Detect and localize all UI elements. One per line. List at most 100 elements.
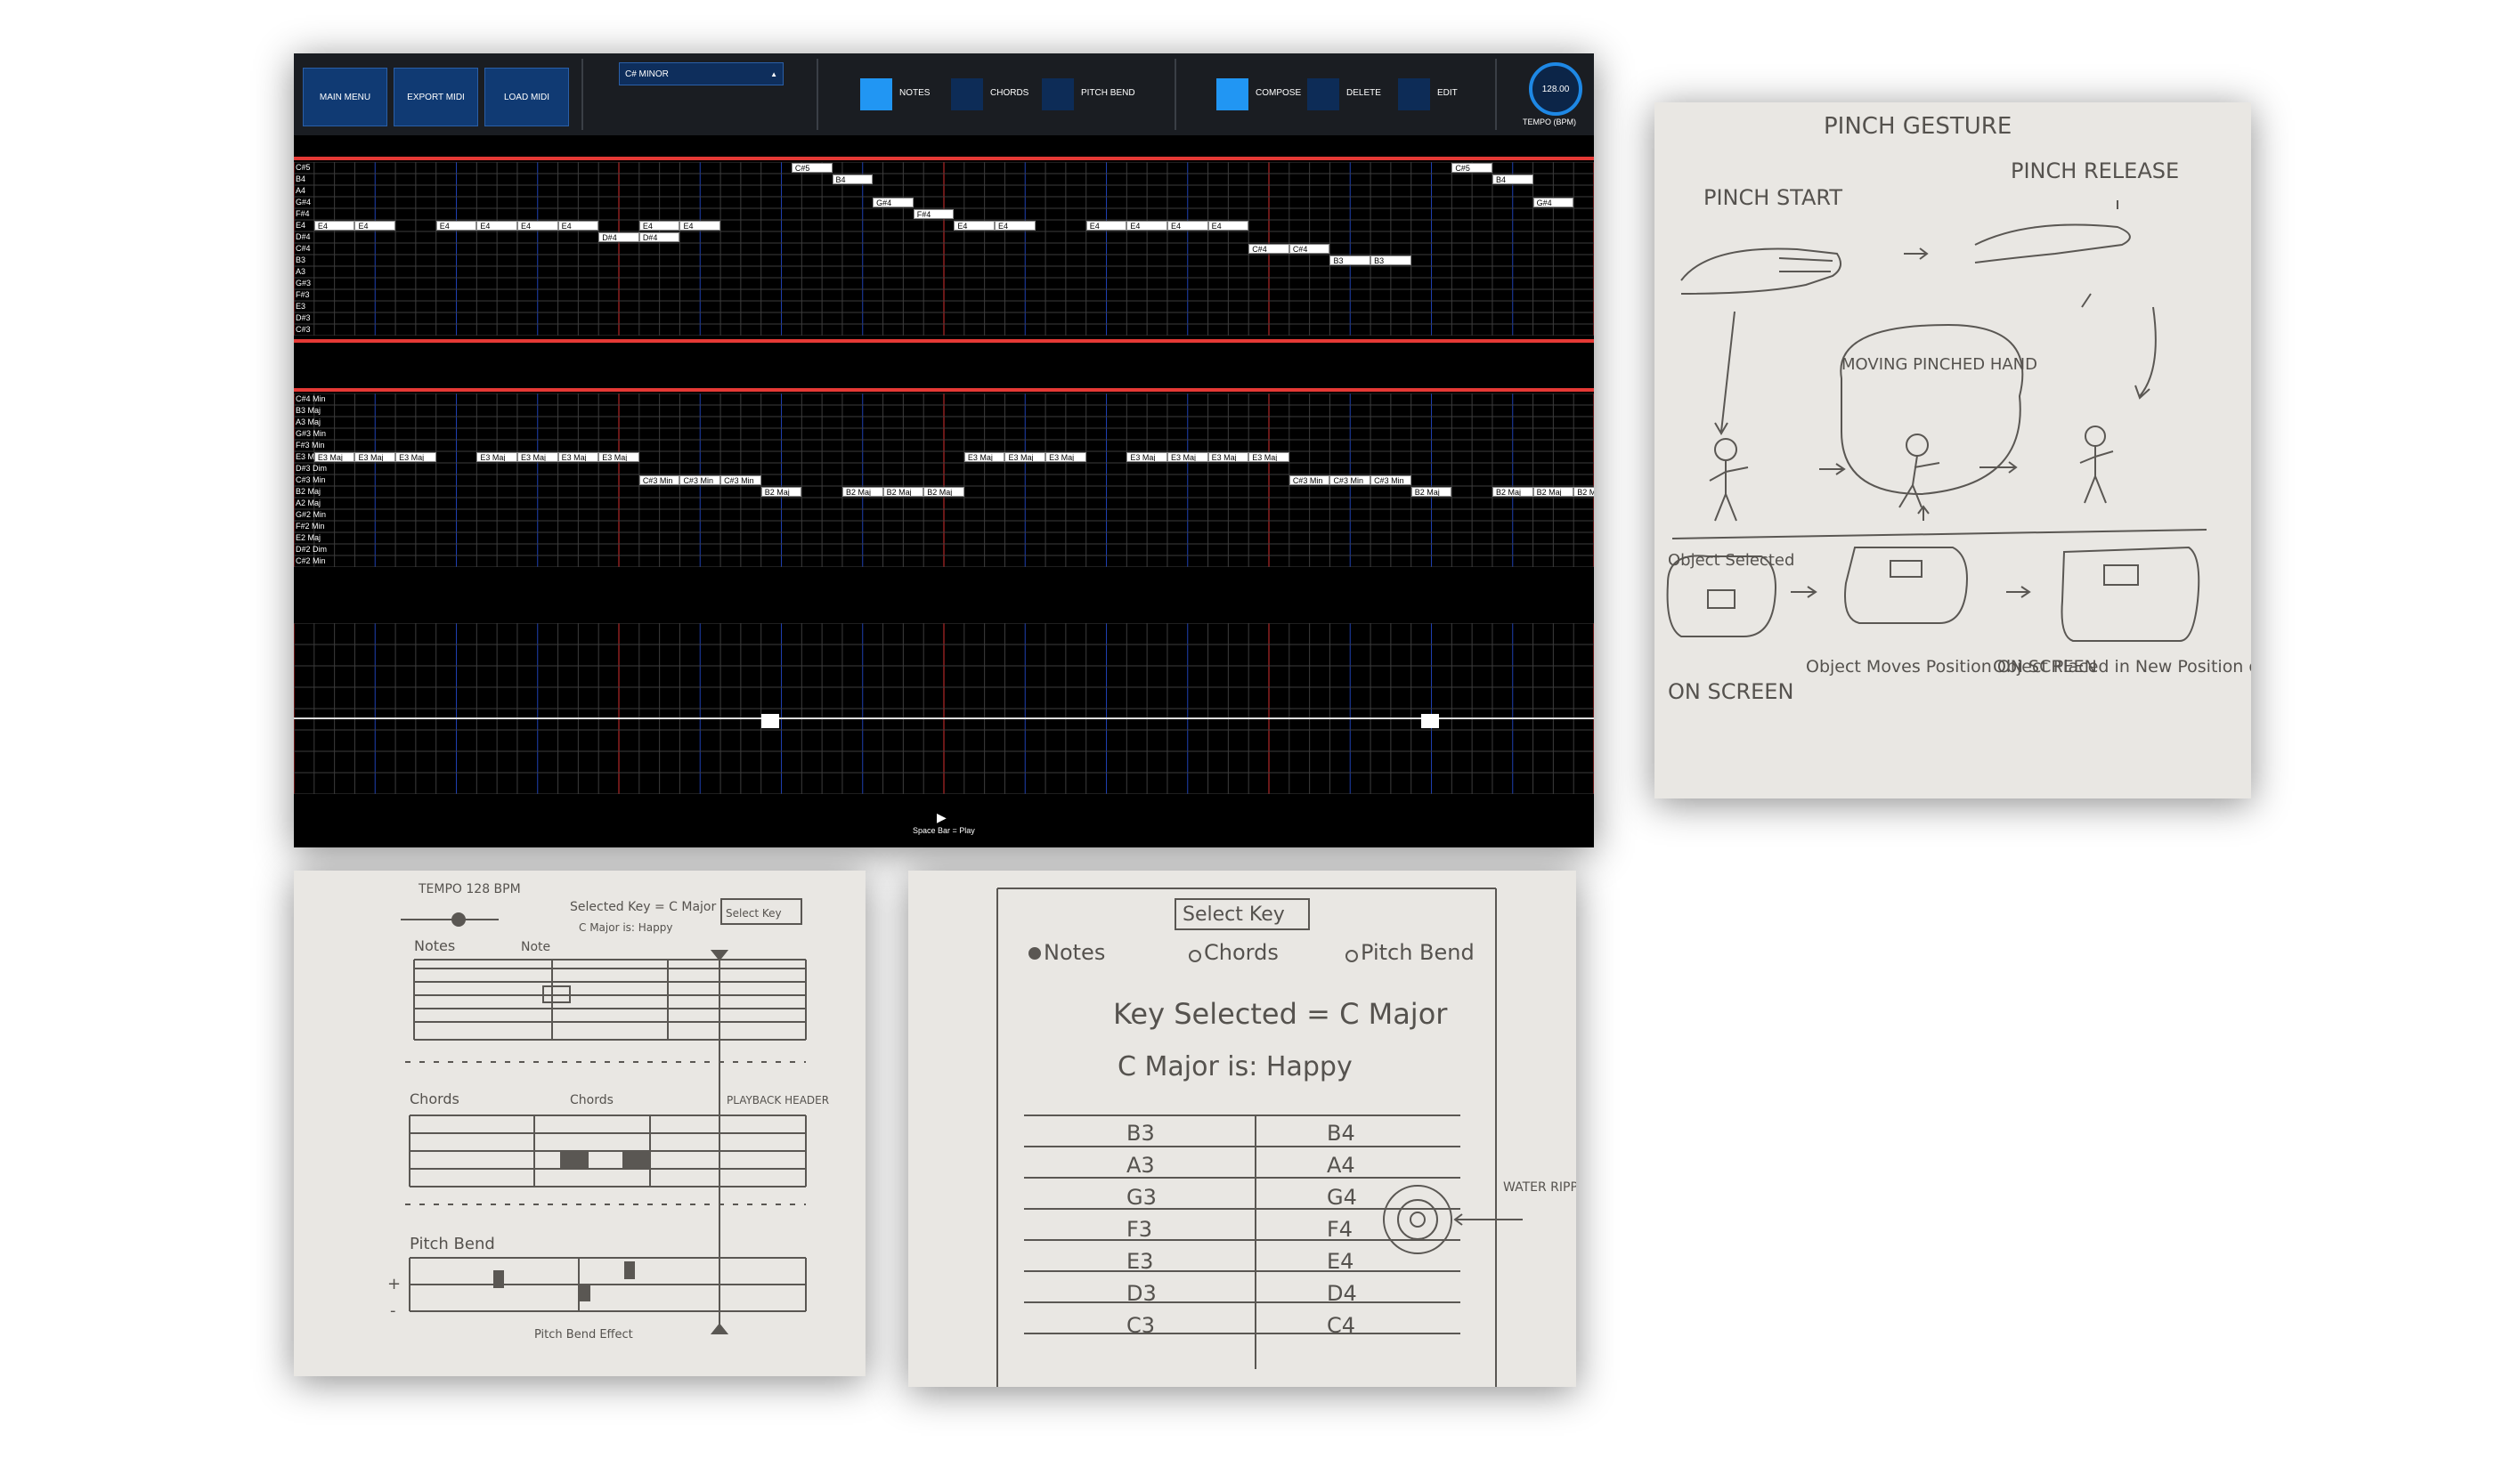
- note-block[interactable]: C#5: [1451, 163, 1492, 173]
- layout-drawing: TEMPO 128 BPM Selected Key = C Major C M…: [387, 882, 829, 1341]
- note-block[interactable]: B3: [1370, 255, 1411, 265]
- chord-block[interactable]: E3 Maj: [1126, 452, 1167, 462]
- pitch-bend-grid[interactable]: [294, 623, 1594, 794]
- note-block[interactable]: D#4: [638, 232, 680, 242]
- chord-key-label: G#3 Min: [296, 429, 327, 438]
- chord-block[interactable]: E3 Maj: [1248, 452, 1289, 462]
- key-select-value: C# MINOR: [625, 69, 669, 79]
- chord-block[interactable]: C#3 Min: [1329, 475, 1371, 485]
- chords-grid[interactable]: C#4 Min B3 Maj A3 Maj G#3 Min F#3 Min E3 Maj D…: [294, 388, 1594, 567]
- chord-block[interactable]: B2 Maj: [1532, 487, 1574, 497]
- note-block[interactable]: D#4: [598, 232, 639, 242]
- chord-block[interactable]: E3 Maj: [476, 452, 517, 462]
- note-block[interactable]: E4: [995, 221, 1036, 231]
- note-block[interactable]: C#4: [1248, 244, 1289, 254]
- chord-block[interactable]: C#3 Min: [720, 475, 761, 485]
- chord-block[interactable]: C#3 Min: [638, 475, 680, 485]
- note-block[interactable]: G#4: [1532, 198, 1574, 207]
- playhead-line: [294, 157, 1594, 160]
- chord-block[interactable]: B2 Maj: [1492, 487, 1533, 497]
- pitch-bend-point[interactable]: [1421, 713, 1440, 728]
- note-block[interactable]: E4: [516, 221, 558, 231]
- pitch-bend-mode-indicator: [1042, 78, 1074, 110]
- note-block[interactable]: E4: [638, 221, 680, 231]
- pinch-title: PINCH GESTURE: [1824, 113, 2012, 140]
- note-key-label: G#4: [296, 198, 312, 207]
- edit-tool-indicator: [1398, 78, 1430, 110]
- note-block[interactable]: E4: [557, 221, 599, 231]
- chord-block[interactable]: E3 Maj: [1045, 452, 1086, 462]
- main-menu-button[interactable]: MAIN MENU: [303, 68, 387, 126]
- notes-sketch-label: Notes: [414, 937, 455, 954]
- tempo-value: 128.00: [1541, 84, 1570, 94]
- selected-key-sketch: Selected Key = C Major: [570, 900, 716, 914]
- chord-block[interactable]: E3 Maj: [354, 452, 396, 462]
- chord-block[interactable]: C#3 Min: [679, 475, 721, 485]
- note-block[interactable]: E4: [1207, 221, 1249, 231]
- chord-block[interactable]: E3 Maj: [598, 452, 639, 462]
- object-placed-label: Object Placed in New Position on Screen: [1993, 657, 2251, 677]
- note-key-label: D#4: [296, 232, 311, 241]
- compose-tool-label: COMPOSE: [1256, 88, 1302, 98]
- key-mood-sketch-2: C Major is: Happy: [1118, 1051, 1353, 1082]
- note-block[interactable]: E4: [476, 221, 517, 231]
- chord-block[interactable]: E3 Maj: [313, 452, 355, 462]
- key-select-dropdown[interactable]: C# MINOR ▲: [619, 62, 784, 85]
- note-block[interactable]: G#4: [873, 198, 914, 207]
- chord-block[interactable]: B2 Maj: [841, 487, 883, 497]
- pitch-bend-effect-sketch: Pitch Bend Effect: [534, 1328, 633, 1341]
- piano-roll-app: MAIN MENU EXPORT MIDI LOAD MIDI C# MINOR…: [294, 53, 1594, 847]
- note-block[interactable]: E4: [679, 221, 721, 231]
- note-block[interactable]: E4: [354, 221, 396, 231]
- chord-block[interactable]: E3 Maj: [963, 452, 1005, 462]
- export-midi-button[interactable]: EXPORT MIDI: [394, 68, 478, 126]
- note-key-label: G#3: [296, 279, 312, 288]
- note-key-label: E3: [296, 302, 306, 311]
- note-block[interactable]: B4: [832, 174, 874, 184]
- tempo-dial[interactable]: 128.00: [1529, 62, 1582, 116]
- key-columns: B3 A3 G3 F3 E3 D3 C3 B4 A4 G4 F4 E4 D4 C4: [1126, 1121, 1357, 1338]
- chords-radio-sketch: Chords: [1204, 940, 1279, 965]
- notes-grid[interactable]: C#5 B4 A4 G#4 F#4 E4 D#4 C#4 B3 A3 G#3 F#3 E3 D#3 C#3 C…: [294, 157, 1594, 343]
- load-midi-button[interactable]: LOAD MIDI: [484, 68, 569, 126]
- chord-block[interactable]: E3 Maj: [516, 452, 558, 462]
- pitch-bend-point[interactable]: [760, 713, 779, 728]
- toolbar: MAIN MENU EXPORT MIDI LOAD MIDI C# MINOR…: [294, 53, 1594, 135]
- chord-key-label: C#2 Min: [296, 556, 326, 565]
- edit-tool-label: EDIT: [1437, 88, 1458, 98]
- notes-mode-indicator: [860, 78, 892, 110]
- note-block[interactable]: E4: [435, 221, 477, 231]
- chord-block[interactable]: E3 Maj: [557, 452, 599, 462]
- chord-block[interactable]: B2 Maj: [760, 487, 802, 497]
- chord-block[interactable]: B2 Maj: [882, 487, 924, 497]
- chord-block[interactable]: E3 Maj: [1004, 452, 1046, 462]
- note-block[interactable]: C#4: [1288, 244, 1330, 254]
- note-block[interactable]: B4: [1492, 174, 1533, 184]
- chord-block[interactable]: E3 Maj: [395, 452, 436, 462]
- play-icon[interactable]: ▶: [937, 810, 947, 825]
- chord-key-label: D#2 Dim: [296, 545, 328, 554]
- left-key-label: G3: [1126, 1185, 1157, 1210]
- note-block[interactable]: E4: [1167, 221, 1208, 231]
- chord-key-label: C#3 Min: [296, 475, 326, 484]
- delete-tool-label: DELETE: [1346, 88, 1381, 98]
- note-block[interactable]: C#5: [791, 163, 833, 173]
- chord-block[interactable]: B2 Maj: [923, 487, 964, 497]
- chord-block[interactable]: E3 Maj: [1207, 452, 1249, 462]
- note-key-label: F#3: [296, 290, 310, 299]
- note-block[interactable]: E4: [1085, 221, 1127, 231]
- chord-block[interactable]: B2 Maj: [1573, 487, 1594, 497]
- note-block[interactable]: E4: [954, 221, 996, 231]
- chord-block[interactable]: E3 Maj: [1167, 452, 1208, 462]
- compose-tool-indicator: [1216, 78, 1248, 110]
- right-key-label: A4: [1327, 1153, 1355, 1178]
- note-block[interactable]: F#4: [913, 209, 955, 219]
- chord-block[interactable]: C#3 Min: [1288, 475, 1330, 485]
- chord-block[interactable]: B2 Maj: [1410, 487, 1452, 497]
- pitch-bend-sketch-label: Pitch Bend: [410, 1235, 495, 1253]
- note-block[interactable]: E4: [1126, 221, 1167, 231]
- note-block[interactable]: E4: [313, 221, 355, 231]
- chord-block[interactable]: C#3 Min: [1370, 475, 1411, 485]
- chords-mode-label: CHORDS: [990, 88, 1029, 98]
- note-block[interactable]: B3: [1329, 255, 1371, 265]
